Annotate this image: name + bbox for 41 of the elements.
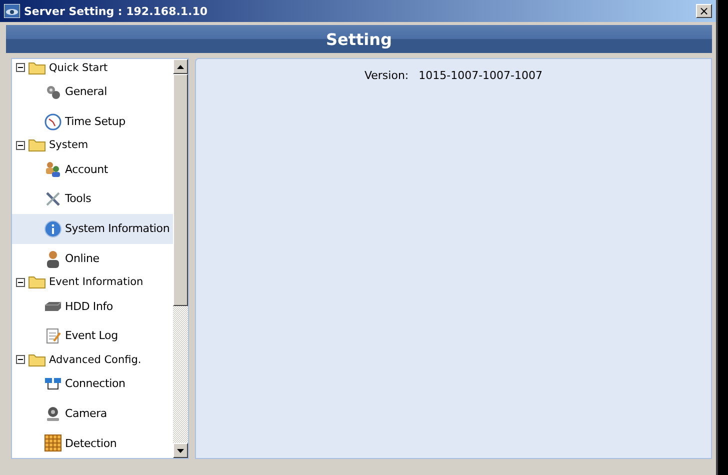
version-value: 1015-1007-1007-1007 xyxy=(418,69,543,84)
tree-item[interactable]: System Information xyxy=(12,214,173,244)
up-arrow-icon[interactable] xyxy=(177,64,184,68)
window-title: Server Setting : 192.168.1.10 xyxy=(24,4,209,18)
notepad-icon xyxy=(44,326,62,345)
folder-icon xyxy=(28,352,46,367)
app-icon xyxy=(4,4,20,18)
tree-group[interactable]: Advanced Config. xyxy=(49,354,142,366)
tree-item[interactable]: Account xyxy=(12,154,173,184)
page-header: Setting xyxy=(6,25,712,53)
close-button[interactable]: × xyxy=(696,4,712,18)
tree-group[interactable]: System xyxy=(49,139,88,152)
tree-item[interactable]: Camera xyxy=(12,398,173,428)
scroll-thumb[interactable] xyxy=(173,74,188,306)
info-icon xyxy=(44,220,62,238)
grid-icon xyxy=(44,434,62,452)
scrollbar[interactable] xyxy=(173,59,188,458)
folder-icon xyxy=(28,60,46,75)
tree-item[interactable]: General xyxy=(12,76,173,107)
collapse-toggle[interactable] xyxy=(16,278,25,287)
tools-icon xyxy=(44,190,62,208)
folder-icon xyxy=(28,275,46,290)
tree-group[interactable]: Quick Start xyxy=(49,62,108,74)
clock-icon xyxy=(44,112,62,131)
collapse-toggle[interactable] xyxy=(16,355,25,364)
webcam-icon xyxy=(44,404,62,422)
tree-item[interactable]: Online xyxy=(12,244,173,274)
folder-icon xyxy=(28,138,46,152)
tree-item[interactable]: Tools xyxy=(12,184,173,214)
tree-item[interactable]: Detection xyxy=(12,428,173,458)
users-icon xyxy=(44,160,62,178)
collapse-toggle[interactable] xyxy=(16,63,25,72)
tree-group[interactable]: Event Information xyxy=(49,276,144,288)
down-arrow-icon[interactable] xyxy=(177,448,184,452)
tree-item[interactable]: Connection xyxy=(12,368,173,398)
tree-item[interactable]: Time Setup xyxy=(12,106,173,136)
tree-item[interactable]: HDD Info xyxy=(12,291,173,322)
collapse-toggle[interactable] xyxy=(16,140,25,150)
tree-item[interactable]: Event Log xyxy=(12,321,173,351)
person-icon xyxy=(44,250,62,268)
version-label: Version: xyxy=(364,69,409,84)
